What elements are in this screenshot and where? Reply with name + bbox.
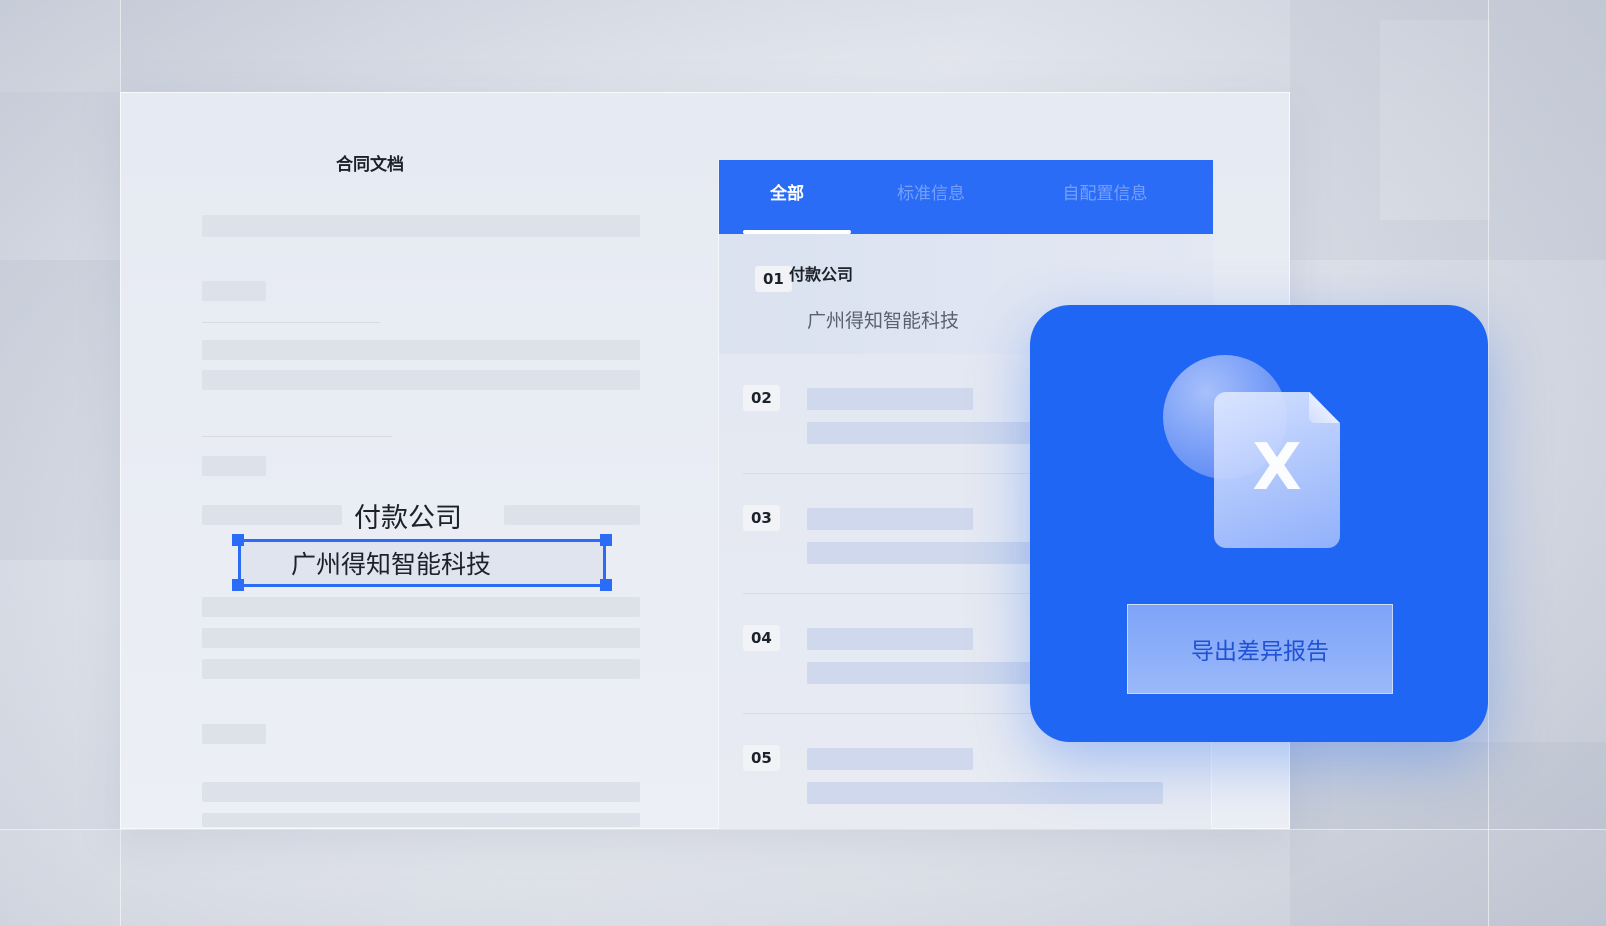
text-placeholder — [504, 505, 640, 525]
divider — [202, 322, 380, 323]
row-number: 05 — [743, 745, 780, 771]
row-number: 04 — [743, 625, 780, 651]
text-placeholder — [202, 782, 640, 802]
text-placeholder — [807, 628, 973, 650]
payer-company-selection[interactable]: 广州得知智能科技 — [238, 539, 606, 587]
row-number: 01 — [755, 266, 792, 292]
text-placeholder — [807, 748, 973, 770]
excel-x-glyph: X — [1252, 431, 1302, 505]
text-placeholder — [202, 215, 640, 237]
text-placeholder — [807, 782, 1163, 804]
text-placeholder — [807, 388, 973, 410]
text-placeholder — [202, 628, 640, 648]
document-title: 合同文档 — [336, 155, 404, 175]
tab-bar: 全部 标准信息 自配置信息 — [719, 160, 1213, 234]
payer-company-value: 广州得知智能科技 — [291, 550, 492, 579]
text-placeholder — [202, 505, 342, 525]
export-report-card: X 导出差异报告 — [1030, 305, 1488, 742]
text-placeholder — [202, 456, 266, 476]
tab-standard-info[interactable]: 标准信息 — [855, 160, 1007, 234]
row-number: 03 — [743, 505, 780, 531]
text-placeholder — [202, 370, 640, 390]
guide-line — [1488, 0, 1489, 926]
text-placeholder — [202, 597, 640, 617]
resize-handle-bottom-right[interactable] — [600, 579, 612, 591]
row-number: 02 — [743, 385, 780, 411]
row-value: 广州得知智能科技 — [807, 310, 960, 332]
resize-handle-top-left[interactable] — [232, 534, 244, 546]
tab-all[interactable]: 全部 — [719, 160, 855, 234]
payer-company-label: 付款公司 — [354, 503, 462, 534]
divider — [202, 436, 392, 437]
text-placeholder — [202, 724, 266, 744]
row-title: 付款公司 — [789, 265, 854, 284]
text-placeholder — [202, 659, 640, 679]
text-placeholder — [202, 340, 640, 360]
resize-handle-top-right[interactable] — [600, 534, 612, 546]
text-placeholder — [807, 508, 973, 530]
text-placeholder — [202, 813, 640, 827]
guide-line — [0, 829, 1606, 830]
text-placeholder — [202, 281, 266, 301]
tab-custom-info[interactable]: 自配置信息 — [1007, 160, 1203, 234]
export-diff-report-button[interactable]: 导出差异报告 — [1127, 604, 1393, 694]
resize-handle-bottom-left[interactable] — [232, 579, 244, 591]
